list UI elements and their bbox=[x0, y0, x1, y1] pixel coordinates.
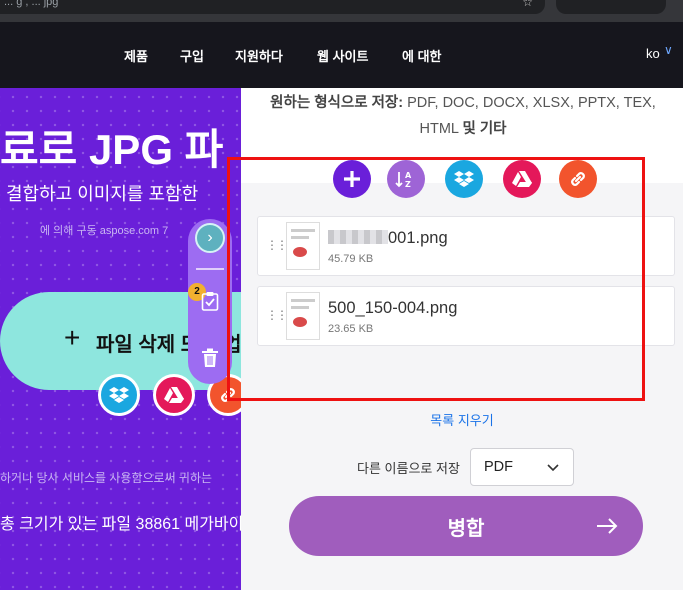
terms-note: 하거나 당사 서비스를 사용함으로써 귀하는 bbox=[0, 471, 213, 485]
dropbox-icon bbox=[454, 171, 474, 187]
nav-about[interactable]: 에 대한 bbox=[402, 46, 442, 65]
nav-products[interactable]: 제품 bbox=[124, 46, 148, 65]
trash-icon[interactable] bbox=[201, 348, 219, 368]
address-bar[interactable]: ... g , ... jpg ☆ bbox=[0, 0, 545, 14]
redacted-name bbox=[328, 230, 388, 244]
hero-gdrive-button[interactable] bbox=[153, 374, 195, 416]
nav-buy[interactable]: 구입 bbox=[180, 46, 204, 65]
google-drive-icon bbox=[512, 171, 532, 187]
file-thumbnail bbox=[286, 222, 320, 270]
add-file-button[interactable] bbox=[333, 160, 371, 198]
arrow-right-icon bbox=[597, 518, 618, 534]
grip-icon[interactable]: ⋮⋮ bbox=[266, 308, 288, 322]
dropbox-button[interactable] bbox=[445, 160, 483, 198]
google-drive-button[interactable] bbox=[503, 160, 541, 198]
upload-panel: 원하는 형식으로 저장: PDF, DOC, DOCX, XLSX, PPTX,… bbox=[241, 88, 683, 590]
save-formats-list: PDF, DOC, DOCX, XLSX, PPTX, TEX, HTML bbox=[407, 95, 656, 137]
file-name: 500_150-004.png bbox=[328, 299, 458, 317]
profile-button[interactable] bbox=[556, 0, 666, 14]
sort-files-button[interactable]: AZ bbox=[387, 160, 425, 198]
browser-toolbar: ... g , ... jpg ☆ bbox=[0, 0, 683, 22]
svg-text:Z: Z bbox=[405, 180, 411, 189]
plus-icon bbox=[344, 171, 360, 187]
file-item[interactable]: ⋮⋮ 001.png 45.79 KB bbox=[257, 216, 675, 276]
save-formats-label: 원하는 형식으로 저장: bbox=[270, 95, 404, 111]
nav-website[interactable]: 웹 사이트 bbox=[317, 46, 368, 65]
file-name: 001.png bbox=[328, 229, 448, 248]
language-selector[interactable]: ko bbox=[646, 46, 660, 61]
save-formats-text: 원하는 형식으로 저장: PDF, DOC, DOCX, XLSX, PPTX,… bbox=[253, 90, 673, 142]
format-select-value: PDF bbox=[484, 459, 513, 475]
hero-title: 료로 JPG 파 bbox=[0, 126, 224, 173]
dropbox-icon bbox=[109, 387, 129, 403]
sort-az-icon: AZ bbox=[395, 171, 412, 189]
checklist-icon[interactable] bbox=[201, 291, 219, 311]
link-icon bbox=[571, 172, 585, 186]
powered-by: 에 의해 구동 aspose.com 7 bbox=[40, 225, 169, 237]
file-size: 45.79 KB bbox=[328, 253, 374, 265]
floating-toolbar: › 2 bbox=[188, 219, 232, 384]
google-drive-icon bbox=[164, 387, 184, 403]
plus-icon: + bbox=[64, 322, 81, 353]
toolbar-divider bbox=[196, 268, 224, 270]
file-thumbnail bbox=[286, 292, 320, 340]
save-formats-more: 기타 bbox=[479, 121, 507, 137]
hero-subtitle: 결합하고 이미지를 포함한 bbox=[6, 184, 199, 204]
nav-support[interactable]: 지원하다 bbox=[235, 46, 283, 65]
chevron-down-icon bbox=[547, 464, 559, 472]
size-limit-note: 총 크기가 있는 파일 38861 메가바이 bbox=[0, 516, 241, 533]
address-text: ... g , ... jpg bbox=[4, 0, 59, 8]
svg-text:A: A bbox=[405, 171, 412, 180]
hero-dropbox-button[interactable] bbox=[98, 374, 140, 416]
merge-button-label: 병합 bbox=[447, 518, 485, 540]
expand-panel-button[interactable]: › bbox=[195, 223, 225, 253]
file-size: 23.65 KB bbox=[328, 323, 374, 335]
url-upload-button[interactable] bbox=[559, 160, 597, 198]
grip-icon[interactable]: ⋮⋮ bbox=[266, 238, 288, 252]
file-item[interactable]: ⋮⋮ 500_150-004.png 23.65 KB bbox=[257, 286, 675, 346]
bookmark-star-icon[interactable]: ☆ bbox=[522, 0, 533, 9]
chevron-down-icon: ∨ bbox=[664, 43, 673, 57]
clear-list-link[interactable]: 목록 지우기 bbox=[241, 410, 683, 429]
site-header: 제품 구입 지원하다 웹 사이트 에 대한 ko ∨ bbox=[0, 22, 683, 88]
format-select[interactable]: PDF bbox=[470, 448, 574, 486]
merge-button[interactable]: 병합 bbox=[289, 496, 643, 556]
save-as-label: 다른 이름으로 저장 bbox=[357, 461, 460, 476]
link-icon bbox=[221, 388, 235, 402]
save-formats-and: 및 bbox=[462, 121, 476, 137]
chevron-right-icon: › bbox=[207, 229, 213, 246]
